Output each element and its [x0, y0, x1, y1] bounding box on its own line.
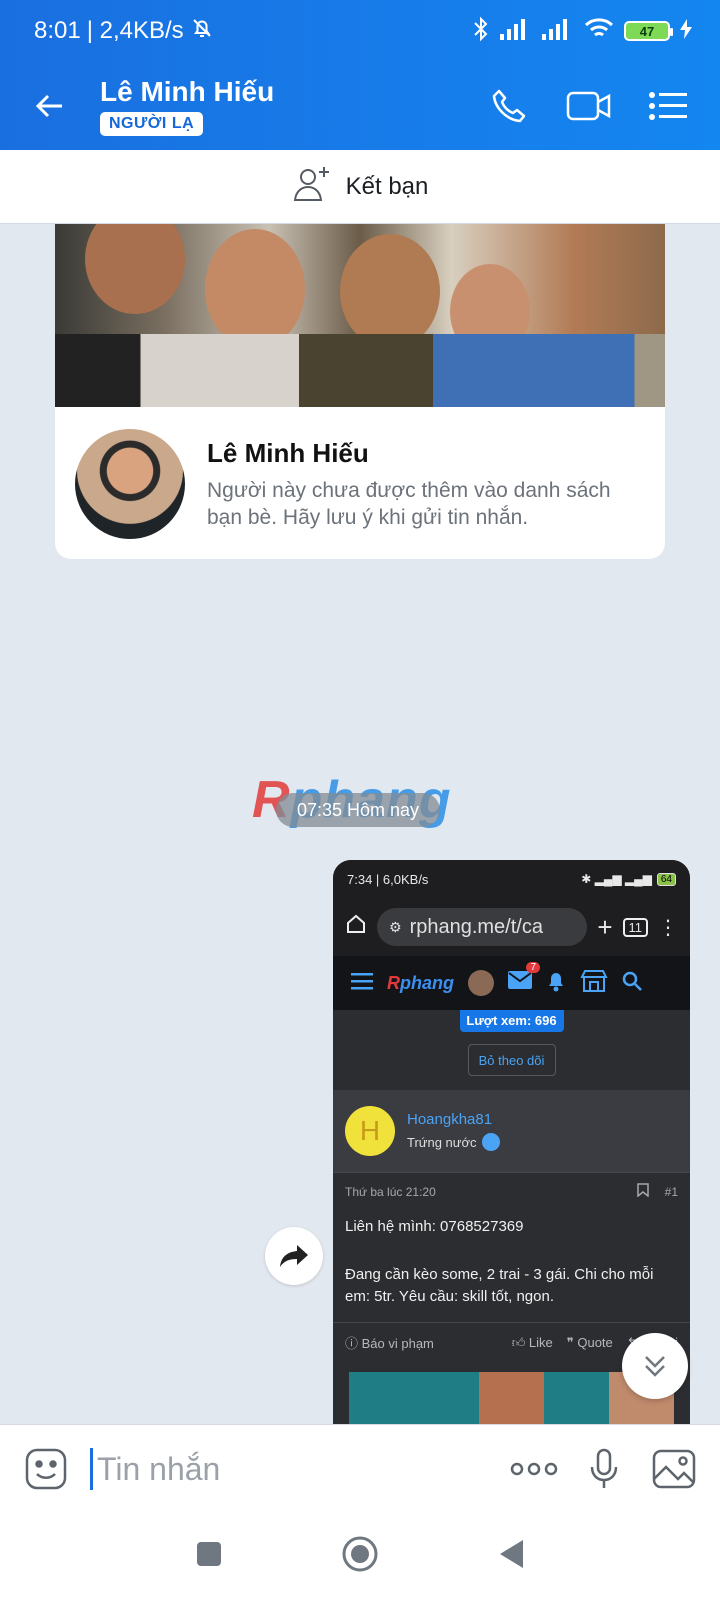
signal-icon-2 — [542, 18, 574, 45]
stranger-profile-card[interactable]: Lê Minh Hiếu Người này chưa được thêm và… — [55, 224, 665, 559]
back-nav-button[interactable] — [497, 1538, 525, 1575]
tab-count: 11 — [622, 917, 648, 937]
bookmark-icon — [636, 1183, 649, 1200]
scroll-to-bottom-button[interactable] — [622, 1333, 688, 1399]
like-link: 👍︎ Like — [511, 1334, 553, 1350]
charging-icon — [680, 18, 692, 44]
mail-icon: 7 — [508, 961, 540, 996]
unfollow-button: Bỏ theo dõi — [467, 1044, 556, 1076]
author-rank: Trứng nước — [407, 1134, 477, 1150]
message-input[interactable]: Tin nhắn — [90, 1447, 490, 1490]
video-call-button[interactable] — [564, 81, 614, 131]
author-avatar: H — [345, 1106, 395, 1156]
microphone-button[interactable] — [578, 1443, 630, 1495]
post-body: Đang cần kèo some, 2 trai - 3 gái. Chi c… — [345, 1266, 654, 1305]
signal-icon — [500, 18, 532, 45]
add-friend-button[interactable]: Kết bạn — [0, 150, 720, 224]
post-date: Thứ ba lúc 21:20 — [345, 1184, 436, 1199]
screenshot-address-bar: ⚙ rphang.me/t/ca + 11 ⋮ — [333, 898, 690, 956]
home-icon — [345, 913, 367, 941]
stranger-badge: NGƯỜI LẠ — [100, 112, 204, 136]
message-composer: Tin nhắn — [0, 1424, 720, 1512]
stranger-warning: Người này chưa được thêm vào danh sách b… — [207, 478, 611, 529]
more-vert-icon: ⋮ — [658, 916, 678, 939]
home-button[interactable] — [341, 1535, 379, 1578]
add-user-icon — [292, 163, 334, 210]
avatar — [75, 429, 185, 539]
post-number: #1 — [664, 1184, 678, 1199]
status-time: 8:01 — [34, 17, 81, 44]
site-logo: Rphang — [387, 972, 454, 993]
voice-call-button[interactable] — [484, 81, 534, 131]
view-count: Lượt xem: 696 — [459, 1010, 564, 1032]
add-friend-label: Kết bạn — [345, 172, 429, 200]
mute-bell-icon — [190, 16, 214, 47]
screenshot-site-nav: Rphang 7 — [333, 956, 690, 1010]
report-link: ⓘ Báo vi phạm — [345, 1336, 434, 1351]
user-avatar-icon — [468, 970, 494, 996]
gallery-button[interactable] — [648, 1443, 700, 1495]
search-icon — [622, 971, 642, 996]
bluetooth-icon — [472, 16, 490, 47]
battery-indicator: 47 — [624, 21, 673, 41]
screenshot-url: rphang.me/t/ca — [409, 915, 543, 938]
site-settings-icon: ⚙ — [389, 918, 402, 935]
menu-button[interactable] — [644, 81, 694, 131]
wifi-icon — [584, 17, 614, 46]
time-divider: 07:35 Hôm nay — [276, 793, 440, 827]
post-author: H Hoangkha81 Trứng nước — [333, 1090, 690, 1172]
back-button[interactable] — [0, 62, 100, 150]
profile-name: Lê Minh Hiếu — [207, 437, 369, 468]
notification-bell-icon — [546, 970, 566, 997]
recents-button[interactable] — [195, 1540, 223, 1573]
forward-button[interactable] — [265, 1227, 323, 1285]
system-nav-bar — [0, 1512, 720, 1600]
status-network-speed: | 2,4KB/s — [86, 17, 184, 44]
status-bar: 8:01 | 2,4KB/s 47 — [0, 0, 720, 62]
hamburger-icon — [351, 972, 373, 995]
rank-badge-icon — [481, 1133, 500, 1151]
quote-link: ❞ Quote — [566, 1334, 613, 1350]
contact-name: Lê Minh Hiếu — [100, 76, 275, 107]
new-tab-icon: + — [597, 911, 613, 942]
author-name: Hoangkha81 — [407, 1111, 493, 1128]
post-meta: Thứ ba lúc 21:20 #1 — [333, 1172, 690, 1210]
sticker-button[interactable] — [20, 1443, 72, 1495]
contact-info[interactable]: Lê Minh Hiếu NGƯỜI LẠ — [100, 76, 274, 136]
chat-header: Lê Minh Hiếu NGƯỜI LẠ — [0, 62, 720, 150]
cover-photo — [55, 224, 665, 407]
store-icon — [580, 969, 608, 998]
more-options-button[interactable] — [508, 1443, 560, 1495]
post-contact-line: Liên hệ mình: 0768527369 — [345, 1218, 524, 1235]
screenshot-status-bar: 7:34 | 6,0KB/s ✱ ▂▄▆ ▂▄▆ 64 — [333, 860, 690, 898]
